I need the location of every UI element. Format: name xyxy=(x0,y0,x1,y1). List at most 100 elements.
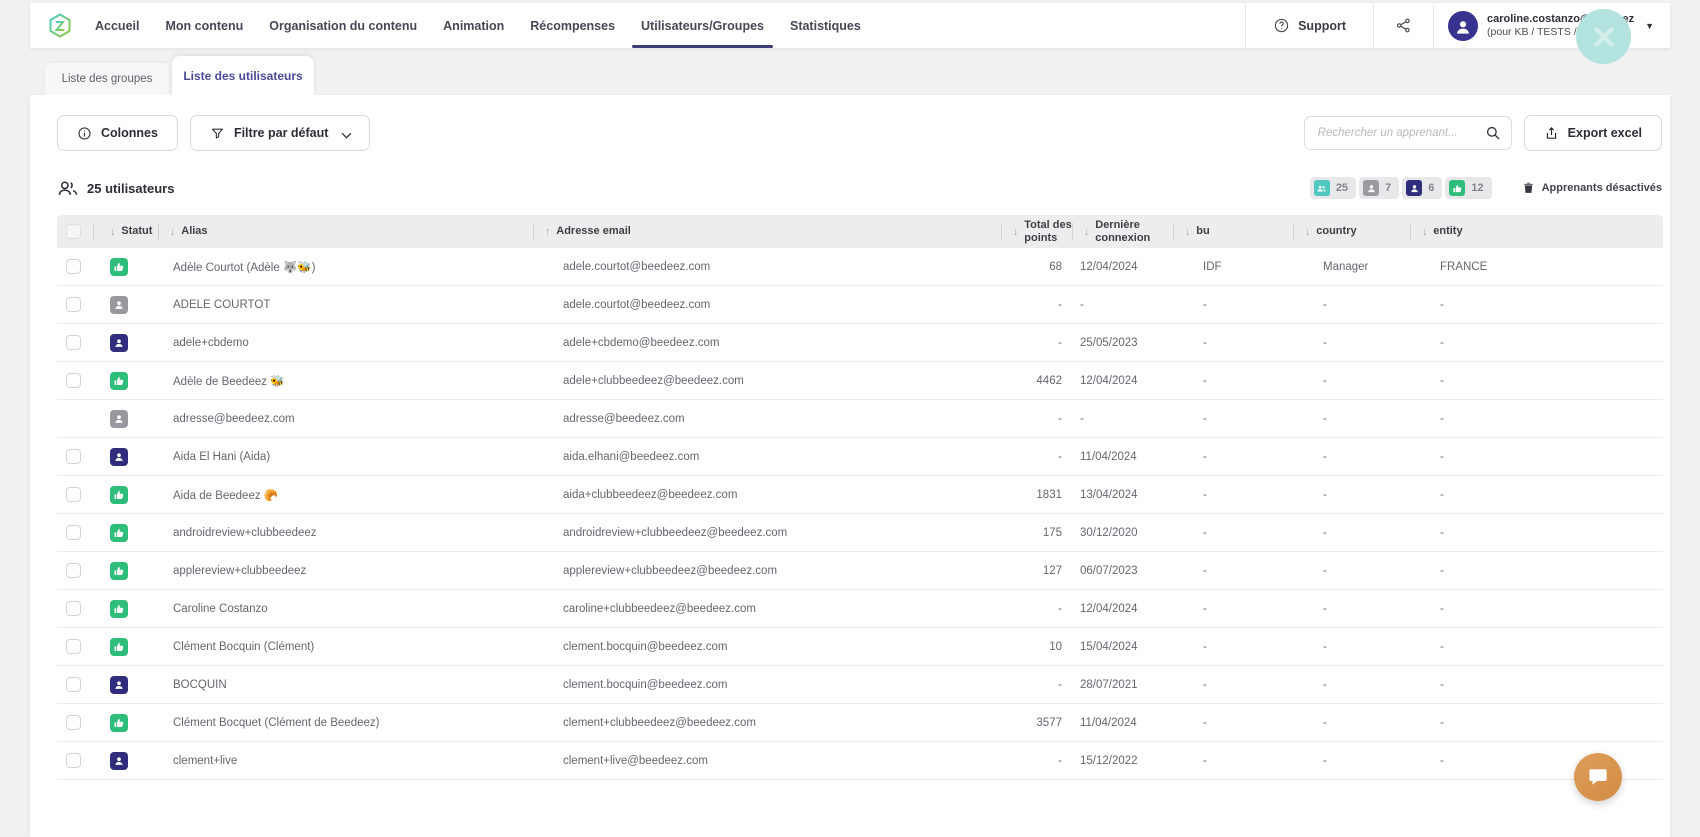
column-header-connexion[interactable]: ↓Dernière connexion xyxy=(1072,215,1173,248)
user-last-connection: 06/07/2023 xyxy=(1072,552,1173,589)
user-row[interactable]: Aida de Beedeez 🥐aida+clubbeedeez@beedee… xyxy=(57,476,1663,514)
sort-down-icon: ↓ xyxy=(170,226,175,238)
topbar: Accueil Mon contenu Organisation du conten… xyxy=(30,3,1670,48)
user-row[interactable]: BOCQUINclement.bocquin@beedeez.com-28/07… xyxy=(57,666,1663,704)
user-row[interactable]: adele+cbdemoadele+cbdemo@beedeez.com-25/… xyxy=(57,324,1663,362)
nav-item-utilisateurs-groupes[interactable]: Utilisateurs/Groupes xyxy=(641,3,764,48)
search-input[interactable] xyxy=(1318,127,1485,139)
sort-down-icon: ↓ xyxy=(1305,226,1310,238)
user-country: - xyxy=(1293,590,1410,627)
user-icon xyxy=(1406,180,1422,196)
row-checkbox[interactable] xyxy=(66,563,81,578)
column-header-country[interactable]: ↓country xyxy=(1293,215,1410,248)
export-excel-button[interactable]: Export excel xyxy=(1524,115,1662,151)
column-header-email[interactable]: ↑Adresse email xyxy=(533,215,1001,248)
user-row[interactable]: Aida El Hani (Aida)aida.elhani@beedeez.c… xyxy=(57,438,1663,476)
row-checkbox[interactable] xyxy=(66,449,81,464)
nav-item-animation[interactable]: Animation xyxy=(443,3,504,48)
badge-pending[interactable]: 6 xyxy=(1402,177,1442,199)
user-points: 10 xyxy=(1001,628,1072,665)
nav-item-organisation-du-contenu[interactable]: Organisation du contenu xyxy=(269,3,417,48)
row-checkbox[interactable] xyxy=(66,677,81,692)
row-checkbox[interactable] xyxy=(66,639,81,654)
main-nav: Accueil Mon contenu Organisation du conten… xyxy=(95,3,861,48)
user-points: 4462 xyxy=(1001,362,1072,399)
user-row[interactable]: ADELE COURTOTadele.courtot@beedeez.com--… xyxy=(57,286,1663,324)
user-points: 68 xyxy=(1001,248,1072,285)
nav-item-mon-contenu[interactable]: Mon contenu xyxy=(165,3,243,48)
user-alias: Adèle de Beedeez 🐝 xyxy=(158,362,533,399)
user-points: 175 xyxy=(1001,514,1072,551)
disabled-learners-button[interactable]: Apprenants désactivés xyxy=(1522,181,1662,195)
user-entity: - xyxy=(1410,400,1663,437)
row-checkbox[interactable] xyxy=(66,525,81,540)
badge-inactive[interactable]: 7 xyxy=(1359,177,1399,199)
users-panel: Colonnes Filtre par défaut Export excel … xyxy=(30,95,1670,837)
share-icon[interactable] xyxy=(1374,3,1433,48)
row-checkbox[interactable] xyxy=(66,335,81,350)
user-email: aida.elhani@beedeez.com xyxy=(533,438,1001,475)
column-header-bu[interactable]: ↓bu xyxy=(1173,215,1293,248)
user-alias: Adèle Courtot (Adèle 🐺🐝) xyxy=(158,248,533,285)
user-row[interactable]: Clément Bocquin (Clément)clement.bocquin… xyxy=(57,628,1663,666)
column-header-entity[interactable]: ↓entity xyxy=(1410,215,1663,248)
user-row[interactable]: clement+liveclement+live@beedeez.com-15/… xyxy=(57,742,1663,780)
row-checkbox[interactable] xyxy=(66,487,81,502)
row-checkbox[interactable] xyxy=(66,601,81,616)
status-pending-icon xyxy=(110,334,128,352)
user-entity: - xyxy=(1410,628,1663,665)
user-row[interactable]: Caroline Costanzocaroline+clubbeedeez@be… xyxy=(57,590,1663,628)
user-email: clement+live@beedeez.com xyxy=(533,742,1001,779)
user-country: - xyxy=(1293,742,1410,779)
tab-users-list[interactable]: Liste des utilisateurs xyxy=(172,56,314,95)
user-entity: - xyxy=(1410,514,1663,551)
status-pending-icon xyxy=(110,676,128,694)
user-alias: ADELE COURTOT xyxy=(158,286,533,323)
account-menu[interactable]: caroline.costanzo@beedeez (pour KB / TES… xyxy=(1434,3,1670,48)
row-checkbox[interactable] xyxy=(66,753,81,768)
row-checkbox[interactable] xyxy=(66,715,81,730)
user-bu: - xyxy=(1173,400,1293,437)
status-inactive-icon xyxy=(110,410,128,428)
close-widget-button[interactable] xyxy=(1576,9,1631,64)
user-bu: - xyxy=(1173,666,1293,703)
user-country: - xyxy=(1293,362,1410,399)
column-header-alias[interactable]: ↓Alias xyxy=(158,215,533,248)
user-email: adele.courtot@beedeez.com xyxy=(533,248,1001,285)
nav-item-accueil[interactable]: Accueil xyxy=(95,3,139,48)
search-icon[interactable] xyxy=(1485,125,1501,141)
columns-button[interactable]: Colonnes xyxy=(57,115,178,151)
chat-widget-button[interactable] xyxy=(1574,753,1622,801)
user-email: adele+cbdemo@beedeez.com xyxy=(533,324,1001,361)
tab-groups-list[interactable]: Liste des groupes xyxy=(45,63,169,95)
user-alias: Clément Bocquet (Clément de Beedeez) xyxy=(158,704,533,741)
user-row[interactable]: applereview+clubbeedeezapplereview+clubb… xyxy=(57,552,1663,590)
user-row[interactable]: Clément Bocquet (Clément de Beedeez)clem… xyxy=(57,704,1663,742)
nav-item-statistiques[interactable]: Statistiques xyxy=(790,3,861,48)
beedeez-logo[interactable] xyxy=(47,13,73,39)
column-header-points[interactable]: ↓Total des points xyxy=(1001,215,1072,248)
select-all-checkbox[interactable] xyxy=(57,215,93,248)
user-row[interactable]: androidreview+clubbeedeezandroidreview+c… xyxy=(57,514,1663,552)
badge-total[interactable]: 25 xyxy=(1310,177,1356,199)
chevron-down-icon xyxy=(339,128,350,139)
user-alias: applereview+clubbeedeez xyxy=(158,552,533,589)
support-button[interactable]: Support xyxy=(1246,3,1373,48)
user-row[interactable]: Adèle de Beedeez 🐝adele+clubbeedeez@beed… xyxy=(57,362,1663,400)
user-country: - xyxy=(1293,438,1410,475)
status-inactive-icon xyxy=(110,296,128,314)
user-row[interactable]: adresse@beedeez.comadresse@beedeez.com--… xyxy=(57,400,1663,438)
row-checkbox[interactable] xyxy=(66,259,81,274)
user-last-connection: 15/04/2024 xyxy=(1072,628,1173,665)
user-row[interactable]: Adèle Courtot (Adèle 🐺🐝)adele.courtot@be… xyxy=(57,248,1663,286)
user-bu: IDF xyxy=(1173,248,1293,285)
row-checkbox[interactable] xyxy=(66,297,81,312)
nav-item-r-compenses[interactable]: Récompenses xyxy=(530,3,615,48)
filter-button[interactable]: Filtre par défaut xyxy=(190,115,370,151)
badge-active[interactable]: 12 xyxy=(1445,177,1491,199)
user-entity: - xyxy=(1410,362,1663,399)
user-alias: Aida El Hani (Aida) xyxy=(158,438,533,475)
user-points: 3577 xyxy=(1001,704,1072,741)
column-header-statut[interactable]: ↓Statut xyxy=(93,215,158,248)
row-checkbox[interactable] xyxy=(66,373,81,388)
